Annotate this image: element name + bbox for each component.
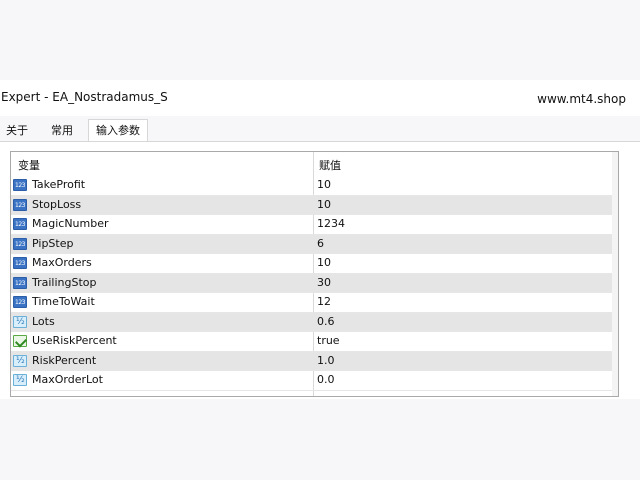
parameter-value[interactable]: 10 (317, 256, 331, 269)
parameter-row[interactable]: TakeProfit 10 (11, 176, 616, 196)
parameter-value[interactable]: true (317, 334, 340, 347)
vertical-scrollbar[interactable] (612, 152, 618, 396)
parameter-row[interactable]: UseRiskPercent true (11, 332, 616, 352)
parameter-name: TakeProfit (32, 178, 86, 191)
parameter-value[interactable]: 1.0 (317, 354, 335, 367)
tab-bar: 关于 常用 输入参数 (0, 119, 640, 141)
window-title: Expert - EA_Nostradamus_S (1, 90, 168, 104)
parameter-name: PipStep (32, 236, 74, 250)
site-watermark: www.mt4.shop (537, 92, 626, 106)
parameter-name: MagicNumber (32, 217, 109, 230)
integer-icon (13, 237, 27, 250)
parameter-row[interactable]: PipStep 6 (11, 234, 616, 254)
parameter-row[interactable]: MagicNumber 1234 (11, 215, 616, 235)
bool-icon (13, 335, 27, 347)
parameter-value[interactable]: 30 (317, 276, 331, 289)
parameter-name: RiskPercent (32, 353, 97, 367)
integer-icon (13, 296, 27, 308)
integer-icon (13, 198, 27, 211)
parameter-row[interactable]: TimeToWait 12 (11, 293, 616, 313)
parameter-value[interactable]: 10 (317, 198, 331, 211)
parameter-row[interactable]: RiskPercent 1.0 (11, 351, 616, 371)
parameter-name: StopLoss (32, 197, 82, 211)
parameter-name: TimeToWait (32, 295, 95, 308)
parameter-value[interactable]: 0.0 (317, 373, 335, 386)
parameter-row[interactable]: TrailingStop 30 (11, 273, 616, 293)
parameter-value[interactable]: 6 (317, 237, 324, 250)
integer-icon (13, 276, 27, 289)
parameter-name: UseRiskPercent (32, 334, 117, 347)
double-icon (13, 354, 27, 367)
window-titlebar: Expert - EA_Nostradamus_S www.mt4.shop (0, 80, 640, 116)
parameter-row[interactable]: Lots 0.6 (11, 312, 616, 332)
double-icon (13, 374, 27, 386)
parameter-row[interactable]: MaxOrderLot 0.0 (11, 371, 616, 391)
parameters-panel: 变量 赋值 TakeProfit 10 StopLoss 10 MagicNumber 1… (0, 141, 640, 399)
parameter-value[interactable]: 1234 (317, 217, 345, 230)
parameter-name: Lots (32, 314, 55, 328)
parameters-grid: 变量 赋值 TakeProfit 10 StopLoss 10 MagicNumber 1… (10, 151, 619, 397)
integer-icon (13, 179, 27, 191)
header-value[interactable]: 赋值 (319, 157, 341, 173)
integer-icon (13, 218, 27, 230)
parameter-name: MaxOrderLot (32, 373, 103, 386)
parameter-value[interactable]: 12 (317, 295, 331, 308)
parameter-value[interactable]: 0.6 (317, 315, 335, 328)
parameter-name: TrailingStop (32, 275, 97, 289)
parameter-name: MaxOrders (32, 256, 92, 269)
tab-input-parameters[interactable]: 输入参数 (88, 119, 148, 141)
parameter-row[interactable]: MaxOrders 10 (11, 254, 616, 274)
tab-about[interactable]: 关于 (6, 121, 30, 141)
integer-icon (13, 257, 27, 269)
tab-common[interactable]: 常用 (51, 121, 75, 141)
parameter-value[interactable]: 10 (317, 178, 331, 191)
header-variable[interactable]: 变量 (18, 157, 40, 173)
parameter-rows: TakeProfit 10 StopLoss 10 MagicNumber 1234 Pip… (11, 176, 616, 391)
double-icon (13, 315, 27, 328)
parameter-row[interactable]: StopLoss 10 (11, 195, 616, 215)
